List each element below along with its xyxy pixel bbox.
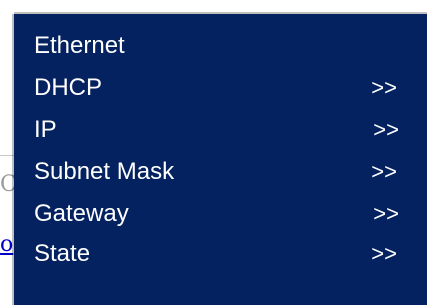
menu-item-label: IP: [34, 116, 57, 143]
background-partial-link[interactable]: o: [0, 234, 13, 256]
chevron-right-icon: >>: [371, 159, 397, 184]
menu-item-label: DHCP: [34, 74, 103, 101]
chevron-right-icon: >>: [371, 75, 397, 100]
chevron-right-icon: >>: [371, 241, 397, 266]
chevron-right-icon: >>: [373, 117, 399, 142]
menu-item-gateway[interactable]: Gateway >>: [14, 194, 427, 234]
ethernet-menu-panel: Ethernet DHCP >> IP >> Subnet Mask >> Ga…: [14, 14, 427, 305]
menu-item-label: Subnet Mask: [34, 158, 175, 185]
menu-item-dhcp[interactable]: DHCP >>: [14, 68, 427, 108]
menu-item-subnet-mask[interactable]: Subnet Mask >>: [14, 152, 427, 192]
chevron-right-icon: >>: [373, 201, 399, 226]
menu-item-state[interactable]: State >>: [14, 234, 427, 274]
menu-item-label: State: [34, 240, 91, 267]
menu-item-ip[interactable]: IP >>: [14, 110, 427, 150]
menu-title: Ethernet: [34, 32, 125, 59]
menu-item-label: Gateway: [34, 200, 129, 227]
